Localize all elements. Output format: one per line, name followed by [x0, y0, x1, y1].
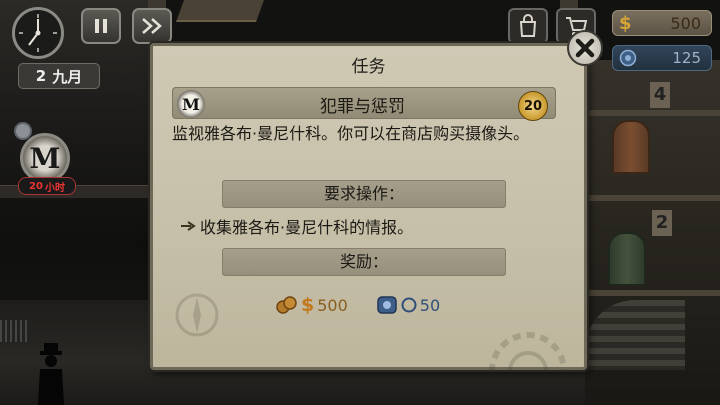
timer-unit: 小时	[44, 182, 65, 194]
floor-divider	[585, 290, 720, 296]
task-letter: M	[29, 141, 61, 175]
requirement-item: 收集雅各布·曼尼什科的情报。	[180, 214, 413, 238]
reward-money-value: 500	[317, 295, 348, 315]
side-task-timer: 20 小时	[18, 177, 76, 195]
requirement-text: 收集雅各布·曼尼什科的情报。	[200, 218, 414, 237]
mission-type-icon: M	[177, 90, 205, 118]
apartment-door[interactable]	[608, 232, 646, 286]
reputation-badge-icon	[377, 296, 397, 314]
pause-button[interactable]	[81, 8, 121, 44]
shop-button[interactable]	[508, 8, 548, 44]
room-number-4: 4	[650, 82, 670, 108]
gear-icon	[489, 332, 567, 370]
money-counter: $ 500	[612, 10, 712, 36]
dollar-icon: $	[619, 12, 632, 34]
timer-hours: 20	[29, 180, 43, 192]
floor-divider	[585, 195, 720, 201]
arrow-bullet-icon	[181, 221, 196, 231]
laurel-icon	[401, 297, 417, 313]
reputation-value: 125	[672, 49, 701, 67]
reward-money: $ 500	[276, 294, 348, 316]
rewards-row: $ 500 50	[276, 294, 440, 316]
reward-reputation: 50	[376, 295, 440, 315]
sewer-grate	[0, 320, 30, 342]
close-icon	[575, 38, 595, 58]
reward-dollar-icon: $	[301, 294, 315, 316]
room-number-2: 2	[652, 210, 672, 236]
rewards-header: 奖励：	[222, 248, 506, 276]
fast-forward-button[interactable]	[132, 8, 172, 44]
date-day: 2	[35, 67, 47, 85]
dialog-title: 任务	[351, 57, 386, 77]
compass-icon	[175, 293, 219, 337]
money-value: 500	[670, 13, 701, 33]
mission-description: 监视雅各布·曼尼什科。你可以在商店购买摄像头。	[172, 124, 530, 143]
reputation-counter: 125	[612, 45, 712, 71]
mission-level-badge: 20	[518, 91, 548, 121]
floor-divider	[585, 110, 720, 116]
fast-forward-icon	[142, 18, 162, 34]
roof-sign	[175, 0, 265, 22]
coins-icon	[276, 296, 297, 314]
clock-icon	[12, 7, 64, 59]
pause-icon	[95, 19, 107, 33]
date-month: 九月	[52, 67, 83, 86]
reward-reputation-value: 50	[419, 295, 441, 315]
close-button[interactable]	[567, 30, 603, 66]
reputation-icon	[619, 49, 637, 67]
mission-letter: M	[182, 94, 200, 114]
requirements-header: 要求操作：	[222, 180, 506, 208]
apartment-door[interactable]	[612, 120, 650, 174]
bag-icon	[519, 14, 537, 37]
date-display: 2 九月	[18, 63, 100, 89]
mission-name: 犯罪与惩罚	[320, 97, 405, 117]
side-task-button[interactable]: M	[20, 133, 70, 183]
character-silhouette[interactable]	[34, 343, 68, 405]
